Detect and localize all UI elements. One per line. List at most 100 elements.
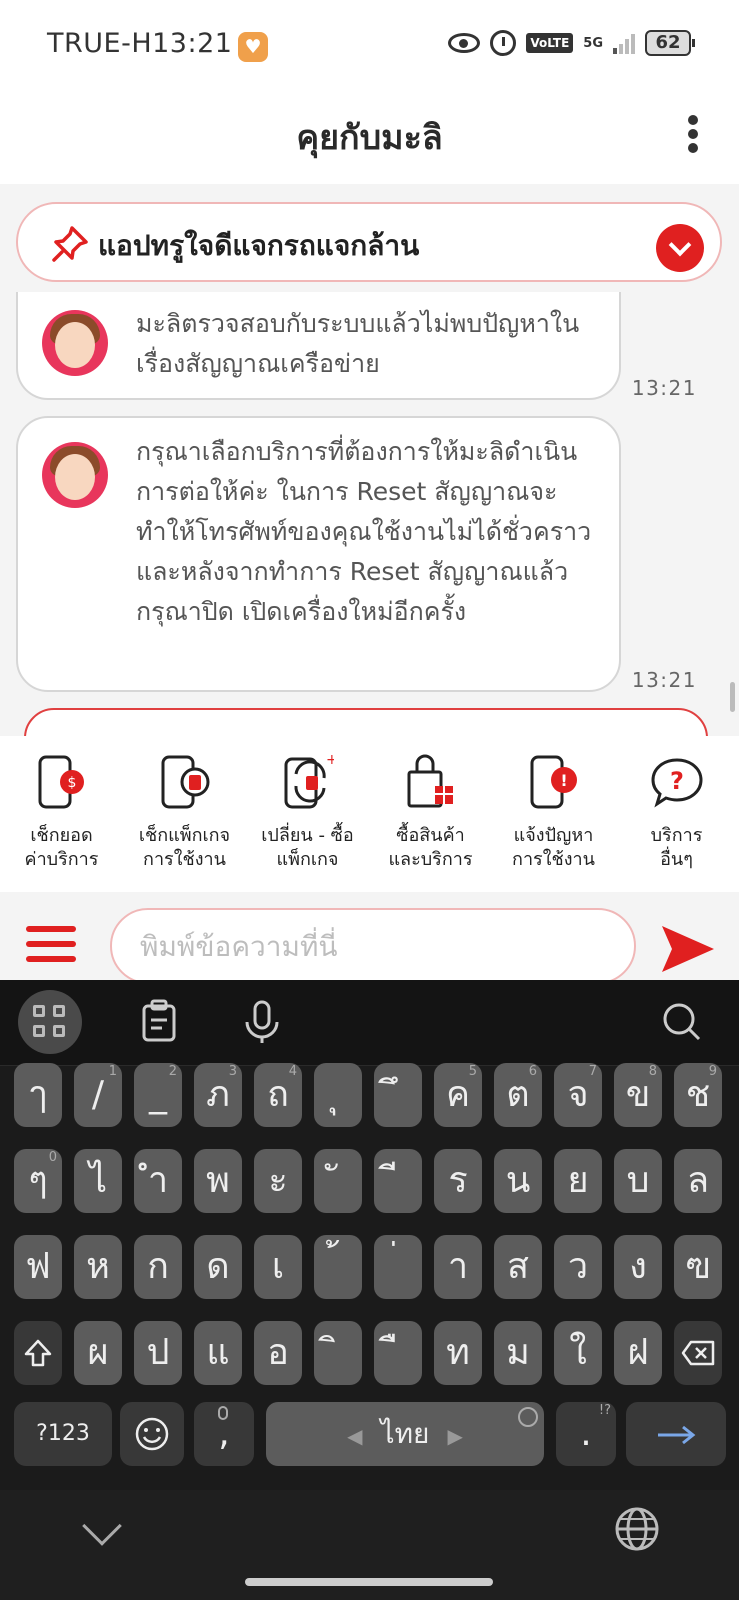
key-hint: 1: [108, 1064, 117, 1079]
key[interactable]: า: [434, 1235, 482, 1299]
key[interactable]: ช9: [674, 1063, 722, 1127]
key[interactable]: จ7: [554, 1063, 602, 1127]
key[interactable]: ด: [194, 1235, 242, 1299]
key[interactable]: ข8: [614, 1063, 662, 1127]
key[interactable]: ้: [314, 1235, 362, 1299]
quick-check-bill[interactable]: $ เช็กยอด ค่าบริการ: [0, 736, 123, 892]
avatar: [42, 442, 108, 508]
key[interactable]: ื: [374, 1321, 422, 1385]
quick-label: บริการ: [650, 825, 703, 846]
hide-keyboard-icon[interactable]: [82, 1506, 122, 1546]
key[interactable]: ท: [434, 1321, 482, 1385]
key[interactable]: ฟ: [14, 1235, 62, 1299]
search-icon[interactable]: [650, 990, 714, 1054]
message-time: 13:21: [631, 376, 697, 400]
key[interactable]: ุ: [314, 1063, 362, 1127]
key[interactable]: ่: [374, 1235, 422, 1299]
svg-text:$: $: [68, 775, 77, 791]
quick-change-package[interactable]: + เปลี่ยน - ซื้อ แพ็กเกจ: [246, 736, 369, 892]
more-options-icon[interactable]: [678, 112, 708, 156]
clipboard-icon[interactable]: [126, 990, 190, 1054]
next-message-card[interactable]: [24, 708, 708, 736]
key[interactable]: ห: [74, 1235, 122, 1299]
language-globe-icon[interactable]: [614, 1506, 660, 1552]
key[interactable]: ป: [134, 1321, 182, 1385]
key[interactable]: ต6: [494, 1063, 542, 1127]
shift-icon[interactable]: [14, 1321, 62, 1385]
space-bar[interactable]: ◀ ไทย ▶: [266, 1402, 544, 1466]
key-label: ผ: [87, 1332, 109, 1373]
quick-shop[interactable]: ซื้อสินค้า และบริการ: [369, 736, 492, 892]
swap-sim-icon: +: [284, 754, 334, 809]
chevron-down-icon[interactable]: [656, 224, 704, 272]
key[interactable]: ฝ: [614, 1321, 662, 1385]
status-bar: TRUE-H13:21 ♥ VoLTE 5G 62: [0, 0, 739, 92]
key[interactable]: ง: [614, 1235, 662, 1299]
key[interactable]: ก: [134, 1235, 182, 1299]
key[interactable]: แ: [194, 1321, 242, 1385]
alarm-icon: [490, 30, 517, 56]
key[interactable]: ร: [434, 1149, 482, 1213]
bot-message: มะลิตรวจสอบกับระบบแล้วไม่พบปัญหาในเรื่อง…: [16, 292, 621, 400]
key[interactable]: น: [494, 1149, 542, 1213]
key[interactable]: ึ: [374, 1063, 422, 1127]
key-label: ว: [567, 1246, 589, 1287]
apps-grid-icon[interactable]: [18, 990, 82, 1054]
key-hint: !?: [598, 1403, 611, 1418]
menu-icon[interactable]: [26, 926, 76, 966]
chat-thread[interactable]: แอปทรูใจดีแจกรถแจกล้าน มะลิตรวจสอบกับระบ…: [0, 184, 739, 736]
pinned-announcement[interactable]: แอปทรูใจดีแจกรถแจกล้าน: [16, 202, 722, 282]
message-input[interactable]: [110, 908, 636, 984]
key[interactable]: พ: [194, 1149, 242, 1213]
key[interactable]: ผ: [74, 1321, 122, 1385]
microphone-icon[interactable]: [230, 990, 294, 1054]
key[interactable]: ฃ: [674, 1235, 722, 1299]
key[interactable]: บ: [614, 1149, 662, 1213]
key[interactable]: ั: [314, 1149, 362, 1213]
key[interactable]: _ 2: [134, 1063, 182, 1127]
key[interactable]: ิ: [314, 1321, 362, 1385]
key[interactable]: ถ4: [254, 1063, 302, 1127]
key[interactable]: ภ3: [194, 1063, 242, 1127]
key[interactable]: ะ: [254, 1149, 302, 1213]
backspace-icon[interactable]: [674, 1321, 722, 1385]
quick-other-services[interactable]: ? บริการ อื่นๆ: [615, 736, 738, 892]
symbols-key[interactable]: ?123: [14, 1402, 112, 1466]
key[interactable]: ำ: [134, 1149, 182, 1213]
key[interactable]: ี: [374, 1149, 422, 1213]
scrollbar[interactable]: [730, 682, 735, 712]
key[interactable]: ไ: [74, 1149, 122, 1213]
key-label: เ: [271, 1246, 285, 1287]
send-icon[interactable]: [660, 924, 716, 974]
key[interactable]: ค5: [434, 1063, 482, 1127]
key-label: พ: [206, 1160, 230, 1201]
comma-key[interactable]: ,: [194, 1402, 254, 1466]
key-label: ต: [506, 1074, 530, 1115]
voice-hint-icon: [218, 1406, 228, 1420]
key-label: ย: [567, 1160, 589, 1201]
message-text: มะลิตรวจสอบกับระบบแล้วไม่พบปัญหาในเรื่อง…: [136, 309, 580, 378]
key[interactable]: ๅ: [14, 1063, 62, 1127]
quick-check-package[interactable]: เช็กแพ็กเกจ การใช้งาน: [123, 736, 246, 892]
key[interactable]: ว: [554, 1235, 602, 1299]
period-key[interactable]: .!?: [556, 1402, 616, 1466]
home-indicator[interactable]: [245, 1578, 493, 1586]
key-label: ร: [448, 1160, 468, 1201]
key[interactable]: ส: [494, 1235, 542, 1299]
quick-report-problem[interactable]: ! แจ้งปัญหา การใช้งาน: [492, 736, 615, 892]
key-label: ไ: [88, 1160, 108, 1201]
sim-phone-icon: [161, 755, 210, 809]
enter-arrow-icon[interactable]: [626, 1402, 726, 1466]
key[interactable]: อ: [254, 1321, 302, 1385]
key[interactable]: ใ: [554, 1321, 602, 1385]
key-label: ฃ: [685, 1246, 711, 1287]
key-label: ด: [206, 1246, 230, 1287]
key[interactable]: ย: [554, 1149, 602, 1213]
key[interactable]: /1: [74, 1063, 122, 1127]
key-label: ะ: [268, 1160, 288, 1201]
key[interactable]: ๆ0: [14, 1149, 62, 1213]
key[interactable]: ม: [494, 1321, 542, 1385]
key[interactable]: เ: [254, 1235, 302, 1299]
emoji-icon[interactable]: [120, 1402, 184, 1466]
key[interactable]: ล: [674, 1149, 722, 1213]
